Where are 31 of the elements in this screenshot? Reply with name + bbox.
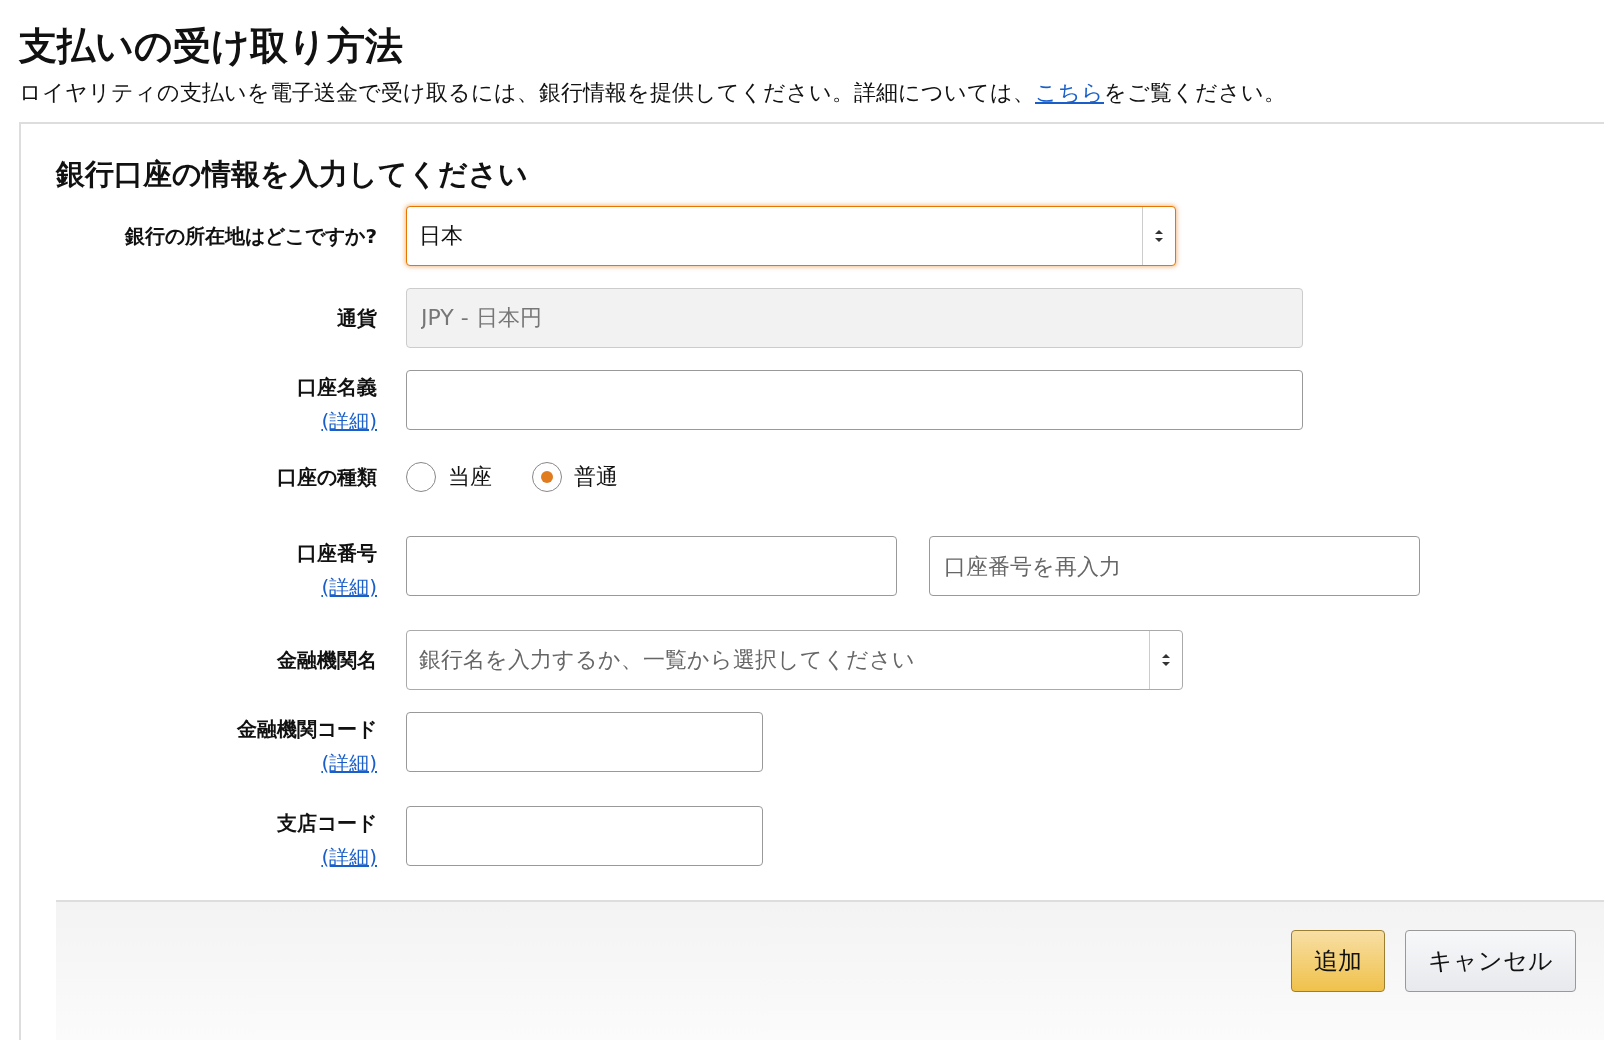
input-field[interactable]	[406, 370, 1303, 430]
details-link[interactable]: (詳細)	[321, 746, 377, 780]
select-field[interactable]: 銀行名を入力するか、一覧から選択してください	[406, 630, 1183, 690]
details-link[interactable]: (詳細)	[321, 404, 377, 438]
field-label: 通貨	[337, 305, 377, 332]
input-field[interactable]	[406, 712, 763, 772]
radio-label: 普通	[574, 463, 618, 491]
select-field[interactable]: 日本	[406, 206, 1176, 266]
radio-button[interactable]	[532, 462, 562, 492]
up-down-caret-icon	[1154, 229, 1164, 243]
field-label: 口座名義	[297, 374, 377, 401]
add-button[interactable]: 追加	[1291, 930, 1385, 992]
field-label: 口座の種類	[277, 464, 377, 491]
field-label: 金融機関コード	[237, 716, 377, 743]
page-title: 支払いの受け取り方法	[19, 23, 404, 70]
input-field[interactable]: 口座番号を再入力	[929, 536, 1420, 596]
cancel-button[interactable]: キャンセル	[1405, 930, 1576, 992]
field-label: 口座番号	[297, 540, 377, 567]
details-link[interactable]: (詳細)	[321, 840, 377, 874]
radio-label: 当座	[448, 463, 492, 491]
radio-button[interactable]	[406, 462, 436, 492]
field-label: 銀行の所在地はどこですか?	[125, 223, 377, 250]
field-label: 支店コード	[277, 810, 377, 837]
up-down-caret-icon	[1161, 653, 1171, 667]
details-link[interactable]: (詳細)	[321, 570, 377, 604]
input-field[interactable]	[406, 806, 763, 866]
description-text: ロイヤリティの支払いを電子送金で受け取るには、銀行情報を提供してください。詳細については、こちら をご覧ください。	[19, 79, 1287, 107]
section-heading: 銀行口座の情報を入力してください	[56, 156, 529, 193]
field-label: 金融機関名	[277, 647, 377, 674]
input-field[interactable]	[406, 536, 897, 596]
details-link[interactable]: こちら	[1035, 80, 1104, 105]
